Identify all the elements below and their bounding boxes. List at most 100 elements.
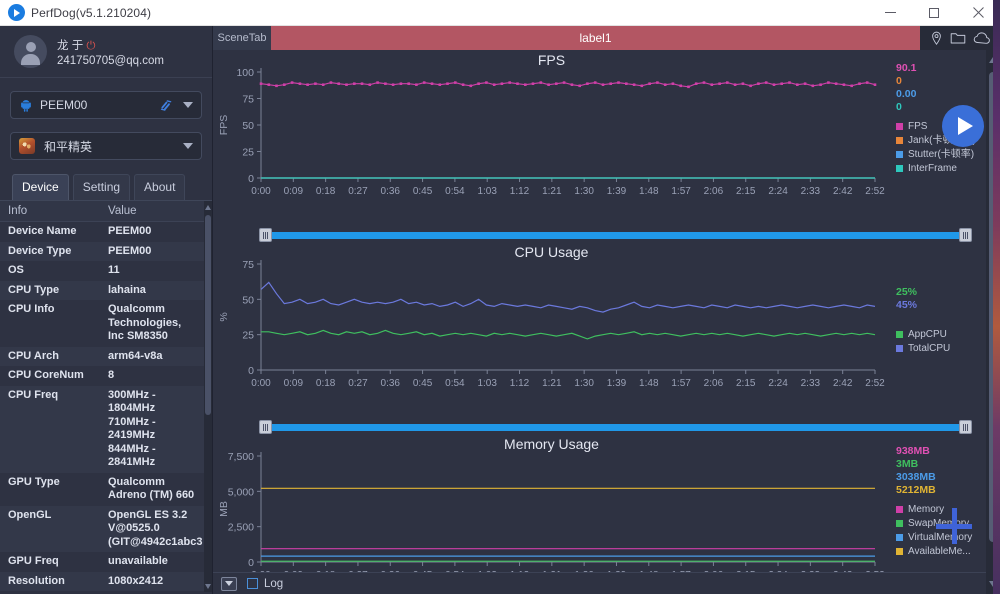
account-name: 龙 于 ⏻	[57, 39, 96, 52]
app-selector[interactable]: 和平精英	[10, 132, 202, 160]
legend-item[interactable]: InterFrame	[896, 162, 992, 175]
chart-memory-plot[interactable]: 0 2,500 5,000 7,500 MB 0:00 0:09 0:18 0:27 0:36 0:…	[213, 434, 983, 572]
svg-text:2:06: 2:06	[704, 186, 724, 197]
svg-text:1:30: 1:30	[574, 378, 594, 389]
table-row[interactable]: CPU Type lahaina	[0, 280, 206, 300]
svg-text:1:39: 1:39	[607, 570, 627, 572]
chevron-down-icon[interactable]	[183, 143, 193, 149]
table-row[interactable]: CPU Freq 300MHz - 1804MHz 710MHz - 2419MH…	[0, 385, 206, 473]
legend-color-swatch	[896, 331, 903, 338]
svg-text:1:03: 1:03	[477, 378, 497, 389]
scene-actions	[920, 26, 1000, 50]
table-row[interactable]: CPU Arch arm64-v8a	[0, 346, 206, 366]
device-selector[interactable]: PEEM00	[10, 91, 202, 119]
table-row[interactable]: Resolution 1080x2412	[0, 571, 206, 591]
log-checkbox[interactable]: Log	[247, 578, 283, 590]
chart-fps-title: FPS	[537, 52, 566, 68]
table-row[interactable]: CPU CoreNum 8	[0, 366, 206, 386]
column-header-info: Info	[0, 201, 100, 222]
svg-text:0:45: 0:45	[413, 378, 433, 389]
legend-label: InterFrame	[908, 163, 957, 174]
svg-text:FPS: FPS	[218, 115, 230, 135]
svg-text:0:27: 0:27	[348, 378, 368, 389]
svg-text:0: 0	[248, 557, 254, 569]
tab-setting[interactable]: Setting	[72, 174, 131, 200]
folder-icon[interactable]	[950, 31, 966, 45]
svg-text:0:54: 0:54	[445, 186, 465, 197]
window-controls	[868, 0, 1000, 26]
device-info-table-wrapper: Info Value Device Name PEEM00 Device Type P…	[0, 200, 212, 592]
svg-text:%: %	[218, 312, 230, 321]
legend-item[interactable]: TotalCPU	[896, 342, 992, 355]
tab-device[interactable]: Device	[12, 174, 69, 200]
svg-text:0:00: 0:00	[251, 186, 271, 197]
start-record-button[interactable]	[942, 105, 984, 147]
legend-color-swatch	[896, 534, 903, 541]
svg-text:0:09: 0:09	[284, 378, 304, 389]
location-pin-icon[interactable]	[929, 31, 944, 46]
add-chart-button[interactable]	[936, 508, 972, 544]
table-row[interactable]: Screen Size6.78 in	[0, 591, 206, 592]
legend-color-swatch	[896, 151, 903, 158]
sidebar-tabs: Device Setting About	[12, 174, 212, 200]
svg-text:0:36: 0:36	[381, 186, 401, 197]
chart-fps-plot[interactable]: 0 25 50 75 100 FPS 0:00 0:09 0:18 0:27 0:36 0:45 0:5…	[213, 50, 983, 210]
svg-text:1:21: 1:21	[542, 186, 562, 197]
table-row[interactable]: OpenGL OpenGL ES 3.2 V@0525.0 (GIT@4942c1…	[0, 505, 206, 552]
table-row[interactable]: Device Type PEEM00	[0, 241, 206, 261]
info-value: 6.78 in	[100, 591, 206, 592]
table-row[interactable]: OS 11	[0, 261, 206, 281]
info-value: lahaina	[100, 280, 206, 300]
scroll-up-icon[interactable]	[205, 205, 211, 210]
legend-item[interactable]: Stutter(卡顿率)	[896, 148, 992, 161]
svg-text:1:30: 1:30	[574, 570, 594, 572]
info-value: 1080x2412	[100, 571, 206, 591]
checkbox-box[interactable]	[247, 578, 258, 589]
legend-item[interactable]: AvailableMe...	[896, 545, 992, 558]
mem-readout-memory: 938MB	[896, 445, 930, 457]
svg-text:25: 25	[242, 330, 254, 342]
window-body: 龙 于 ⏻ 241750705@qq.com PEEM00 和平精英 Devic…	[0, 26, 1000, 594]
chart-fps: FPS 0 25 50 75 100 FPS 0:00 0:09 0:18 0:27 0:36 0:4…	[213, 50, 1000, 228]
table-row[interactable]: Device Name PEEM00	[0, 221, 206, 242]
info-value: unavailable	[100, 552, 206, 572]
svg-text:0:27: 0:27	[348, 570, 368, 572]
chart-memory-title: Memory Usage	[504, 436, 599, 452]
slider-track[interactable]	[259, 232, 972, 239]
info-value: 8	[100, 366, 206, 386]
chart-cpu-plot[interactable]: 0 25 50 75% 0:00 0:09 0:18 0:27 0:36 0:45 0:54 1:03…	[213, 242, 983, 402]
maximize-button[interactable]	[912, 0, 956, 26]
svg-text:1:57: 1:57	[671, 570, 691, 572]
scrollbar-thumb[interactable]	[205, 215, 211, 415]
slider-handle-left[interactable]	[259, 420, 272, 434]
svg-text:75: 75	[242, 94, 254, 106]
slider-handle-right[interactable]	[959, 228, 972, 242]
fps-time-range-slider[interactable]	[259, 228, 972, 242]
game-app-icon	[19, 138, 35, 154]
expand-panel-button[interactable]	[221, 576, 237, 591]
scroll-down-icon[interactable]	[205, 584, 211, 589]
chevron-down-icon[interactable]	[183, 102, 193, 108]
minimize-button[interactable]	[868, 0, 912, 26]
table-row[interactable]: CPU Info Qualcomm Technologies, Inc SM835…	[0, 300, 206, 347]
tab-about[interactable]: About	[134, 174, 186, 200]
slider-track[interactable]	[259, 424, 972, 431]
usb-link-icon[interactable]	[159, 99, 174, 112]
svg-text:25: 25	[242, 147, 254, 159]
cpu-time-range-slider[interactable]	[259, 420, 972, 434]
info-key: OpenGL	[0, 505, 100, 552]
cpu-readout-total: 45%	[896, 299, 918, 311]
cloud-icon[interactable]	[973, 31, 991, 45]
sidebar-scrollbar[interactable]	[204, 201, 212, 592]
slider-handle-right[interactable]	[959, 420, 972, 434]
scene-tab-button[interactable]: SceneTab	[213, 26, 271, 50]
scene-label[interactable]: label1	[271, 26, 920, 50]
svg-text:0:09: 0:09	[284, 186, 304, 197]
table-row[interactable]: GPU Type Qualcomm Adreno (TM) 660	[0, 472, 206, 506]
title-bar: PerfDog(v5.1.210204)	[0, 0, 1000, 26]
table-row[interactable]: GPU Freq unavailable	[0, 552, 206, 572]
legend-item[interactable]: AppCPU	[896, 328, 992, 341]
svg-text:1:03: 1:03	[477, 186, 497, 197]
slider-handle-left[interactable]	[259, 228, 272, 242]
info-value: 11	[100, 261, 206, 281]
